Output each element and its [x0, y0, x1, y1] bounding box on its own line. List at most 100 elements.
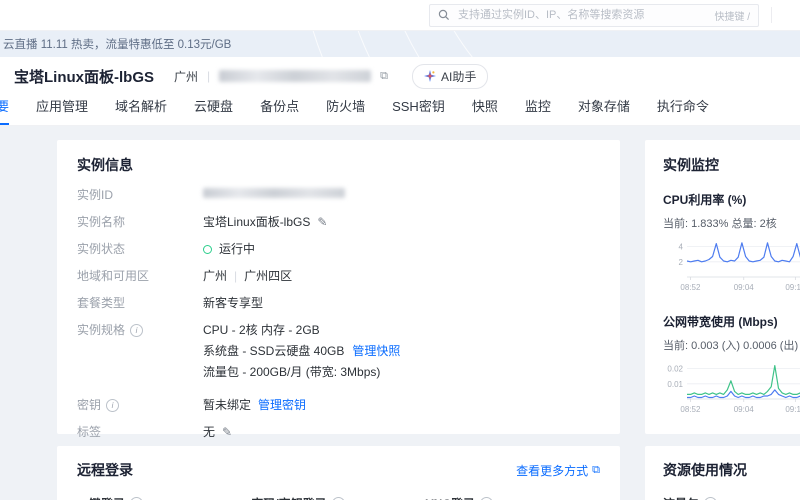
row-instance-id: 实例ID	[77, 188, 600, 203]
login-method-vnc[interactable]: VNC登录 i	[426, 495, 600, 500]
instance-header: 宝塔Linux面板-lbGS 广州 | ⧉ AI助手	[0, 57, 800, 95]
svg-text:09:04: 09:04	[734, 283, 755, 292]
one-click-login-label: 一键登录	[77, 495, 125, 500]
svg-text:08:52: 08:52	[680, 283, 701, 292]
svg-text:09:04: 09:04	[734, 405, 755, 414]
row-instance-status: 实例状态 运行中	[77, 242, 600, 257]
header-separator: |	[207, 69, 211, 83]
spec-disk: 系统盘 - SSD云硬盘 40GB	[203, 344, 345, 358]
tab-4[interactable]: 云硬盘	[194, 96, 233, 125]
row-tag: 标签 无 ✎	[77, 425, 600, 440]
svg-text:09:16: 09:16	[785, 405, 800, 414]
wave-decor	[298, 31, 800, 57]
instance-name-label: 实例名称	[77, 215, 126, 229]
password-key-login-label: 密码/密钥登录	[251, 495, 326, 500]
more-login-methods-link[interactable]: 查看更多方式	[516, 462, 588, 479]
search-icon	[438, 9, 450, 21]
instance-info-title: 实例信息	[77, 157, 133, 173]
row-spec: 实例规格 i CPU - 2核 内存 - 2GB 系统盘 - SSD云硬盘 40…	[77, 323, 600, 386]
content-area: 实例信息 实例ID 实例名称 宝塔Linux面板-lbGS ✎ 实例状态 运行中…	[0, 126, 800, 500]
instance-id-label: 实例ID	[77, 188, 114, 202]
login-method-password-key[interactable]: 密码/密钥登录 i	[251, 495, 425, 500]
key-info-icon[interactable]: i	[106, 399, 120, 412]
tab-1[interactable]: 概要	[0, 96, 10, 125]
tab-6[interactable]: 防火墙	[326, 96, 365, 125]
instance-status-label: 实例状态	[77, 242, 126, 256]
spec-label: 实例规格	[77, 323, 126, 337]
ai-assistant-label: AI助手	[441, 69, 477, 84]
tab-7[interactable]: SSH密钥	[392, 96, 445, 125]
edit-tag-icon[interactable]: ✎	[222, 425, 232, 440]
status-running-icon	[203, 245, 212, 254]
zone-label: 地域和可用区	[77, 269, 150, 283]
topbar-divider	[771, 7, 772, 23]
bandwidth-chart-current: 当前: 0.003 (入) 0.0006 (出)	[663, 340, 799, 352]
svg-text:0.01: 0.01	[667, 380, 683, 389]
promo-banner[interactable]: 云直播 11.11 热卖，流量特惠低至 0.13元/GB	[0, 31, 800, 57]
instance-status-value: 运行中	[219, 242, 256, 256]
svg-text:0.02: 0.02	[667, 365, 683, 374]
manage-key-link[interactable]: 管理密钥	[258, 398, 306, 413]
instance-info-card: 实例信息 实例ID 实例名称 宝塔Linux面板-lbGS ✎ 实例状态 运行中…	[57, 140, 620, 466]
promo-text: 云直播 11.11 热卖，流量特惠低至 0.13元/GB	[3, 39, 232, 51]
instance-id-redacted	[203, 188, 345, 198]
plan-label: 套餐类型	[77, 296, 126, 310]
login-method-one-click[interactable]: 一键登录 i	[77, 495, 251, 500]
external-link-icon: ⧉	[592, 463, 600, 476]
zone-region: 广州	[203, 269, 228, 283]
traffic-pack-label: 流量包	[663, 495, 699, 500]
cpu-usage-chart[interactable]: 2 4 08:52 09:04 09:16	[663, 235, 800, 297]
tab-3[interactable]: 域名解析	[115, 96, 167, 125]
shortcut-hint: 快捷键 /	[714, 11, 750, 23]
svg-text:08:52: 08:52	[680, 405, 701, 414]
global-search[interactable]: 快捷键 /	[429, 3, 759, 27]
remote-login-title: 远程登录	[77, 462, 133, 478]
key-value: 暂未绑定	[203, 398, 252, 412]
copy-icon[interactable]: ⧉	[380, 70, 388, 82]
ai-sparkle-icon	[424, 70, 436, 82]
row-instance-name: 实例名称 宝塔Linux面板-lbGS ✎	[77, 215, 600, 230]
console-screen: 快捷键 / 云直播 11.11 热卖，流量特惠低至 0.13元/GB 宝塔Lin…	[0, 0, 800, 500]
top-bar: 快捷键 /	[0, 0, 800, 31]
spec-cpu-mem: CPU - 2核 内存 - 2GB	[203, 323, 320, 337]
vnc-login-label: VNC登录	[426, 495, 475, 500]
resource-usage-title: 资源使用情况	[663, 462, 747, 478]
svg-text:4: 4	[679, 243, 684, 252]
search-input[interactable]	[456, 8, 709, 22]
tab-9[interactable]: 监控	[525, 96, 551, 125]
instance-ip-redacted	[219, 70, 372, 82]
tab-11[interactable]: 执行命令	[657, 96, 709, 125]
bandwidth-chart[interactable]: 0.01 0.02 08:52 09:04 09:16	[663, 357, 800, 419]
tab-10[interactable]: 对象存储	[578, 96, 630, 125]
edit-name-icon[interactable]: ✎	[317, 215, 327, 230]
spec-info-icon[interactable]: i	[130, 324, 144, 337]
bandwidth-chart-title: 公网带宽使用 (Mbps)	[663, 315, 778, 329]
row-plan: 套餐类型 新客专享型	[77, 296, 600, 311]
spec-traffic: 流量包 - 200GB/月 (带宽: 3Mbps)	[203, 365, 381, 379]
tab-5[interactable]: 备份点	[260, 96, 299, 125]
manage-snapshot-link[interactable]: 管理快照	[352, 344, 400, 359]
cpu-chart-title: CPU利用率 (%)	[663, 193, 747, 207]
plan-value: 新客专享型	[203, 296, 264, 310]
resource-usage-card: 资源使用情况 流量包 i	[645, 446, 800, 500]
row-key: 密钥 i 暂未绑定 管理密钥	[77, 398, 600, 413]
ai-assistant-button[interactable]: AI助手	[412, 63, 489, 89]
tag-label: 标签	[77, 425, 102, 439]
key-label: 密钥	[77, 398, 102, 412]
instance-monitoring-card: 实例监控 CPU利用率 (%) 当前: 1.833% 总量: 2核 2 4 08:5…	[645, 140, 800, 434]
monitoring-title: 实例监控	[663, 157, 719, 173]
tag-value: 无	[203, 425, 216, 439]
page-title: 宝塔Linux面板-lbGS	[14, 68, 154, 86]
header-region: 广州	[174, 69, 199, 84]
zone-value: 广州四区	[244, 269, 293, 283]
svg-text:2: 2	[679, 258, 684, 267]
tab-2[interactable]: 应用管理	[36, 96, 88, 125]
zone-separator: |	[234, 269, 238, 283]
cpu-chart-current: 当前: 1.833% 总量: 2核	[663, 218, 777, 230]
instance-name-value: 宝塔Linux面板-lbGS	[203, 215, 311, 229]
row-zone: 地域和可用区 广州 | 广州四区	[77, 269, 600, 284]
tab-bar: 概要应用管理域名解析云硬盘备份点防火墙 SSH密钥快照监控对象存储执行命令	[0, 95, 800, 126]
svg-text:09:16: 09:16	[785, 283, 800, 292]
tab-8[interactable]: 快照	[472, 96, 498, 125]
remote-login-card: 远程登录 查看更多方式 ⧉ 一键登录 i 密码/密钥登录 i	[57, 446, 620, 500]
